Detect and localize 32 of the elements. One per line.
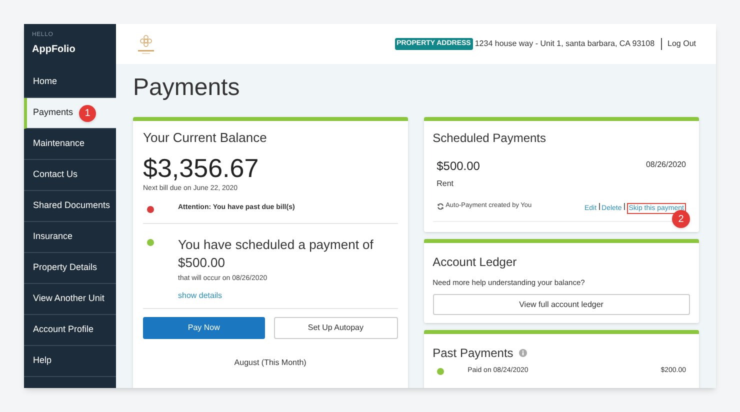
- step-badge: 1: [79, 104, 96, 122]
- sidebar-item[interactable]: Contact Us: [24, 160, 116, 191]
- info-icon: [519, 349, 528, 358]
- payment-type: Rent: [436, 178, 454, 190]
- card-title: Past Payments: [432, 345, 514, 362]
- sidebar-item[interactable]: Insurance: [24, 222, 116, 253]
- sidebar-item[interactable]: Account Profile: [24, 315, 116, 346]
- sidebar-item[interactable]: Shared Documents: [24, 191, 116, 222]
- page-title: Payments: [133, 73, 240, 103]
- payment-amount: $500.00: [436, 158, 480, 175]
- sidebar-item[interactable]: Payments 1: [24, 98, 116, 129]
- card-title: Your Current Balance: [143, 129, 267, 147]
- alert-text: You have scheduled a payment of $500.00: [178, 236, 374, 272]
- payment-date: 08/26/2020: [646, 159, 686, 171]
- property-address: 1234 house way - Unit 1, santa barbara, CA 93108: [474, 38, 655, 50]
- sidebar-item[interactable]: Property Details: [24, 253, 116, 284]
- account-name: AppFolio: [32, 43, 76, 57]
- card-title: Scheduled Payments: [432, 130, 546, 147]
- show-details-link[interactable]: show details: [178, 290, 222, 302]
- month-label: August (This Month): [234, 357, 306, 369]
- log-out-link[interactable]: Log Out: [668, 38, 696, 50]
- card-title: Account Ledger: [432, 254, 517, 271]
- sidebar-item[interactable]: Maintenance: [24, 129, 116, 160]
- sidebar-item[interactable]: Help: [24, 346, 116, 377]
- sidebar-item[interactable]: View Another Unit: [24, 284, 116, 315]
- balance-amount: $3,356.67: [143, 152, 259, 184]
- flower-logo-icon: [136, 33, 156, 55]
- view-ledger-button[interactable]: View full account ledger: [432, 294, 690, 316]
- autopay-button[interactable]: Set Up Autopay: [274, 317, 398, 339]
- step-badge: 2: [672, 210, 690, 228]
- refresh-icon: [436, 202, 444, 210]
- pay-now-button[interactable]: Pay Now: [143, 317, 265, 339]
